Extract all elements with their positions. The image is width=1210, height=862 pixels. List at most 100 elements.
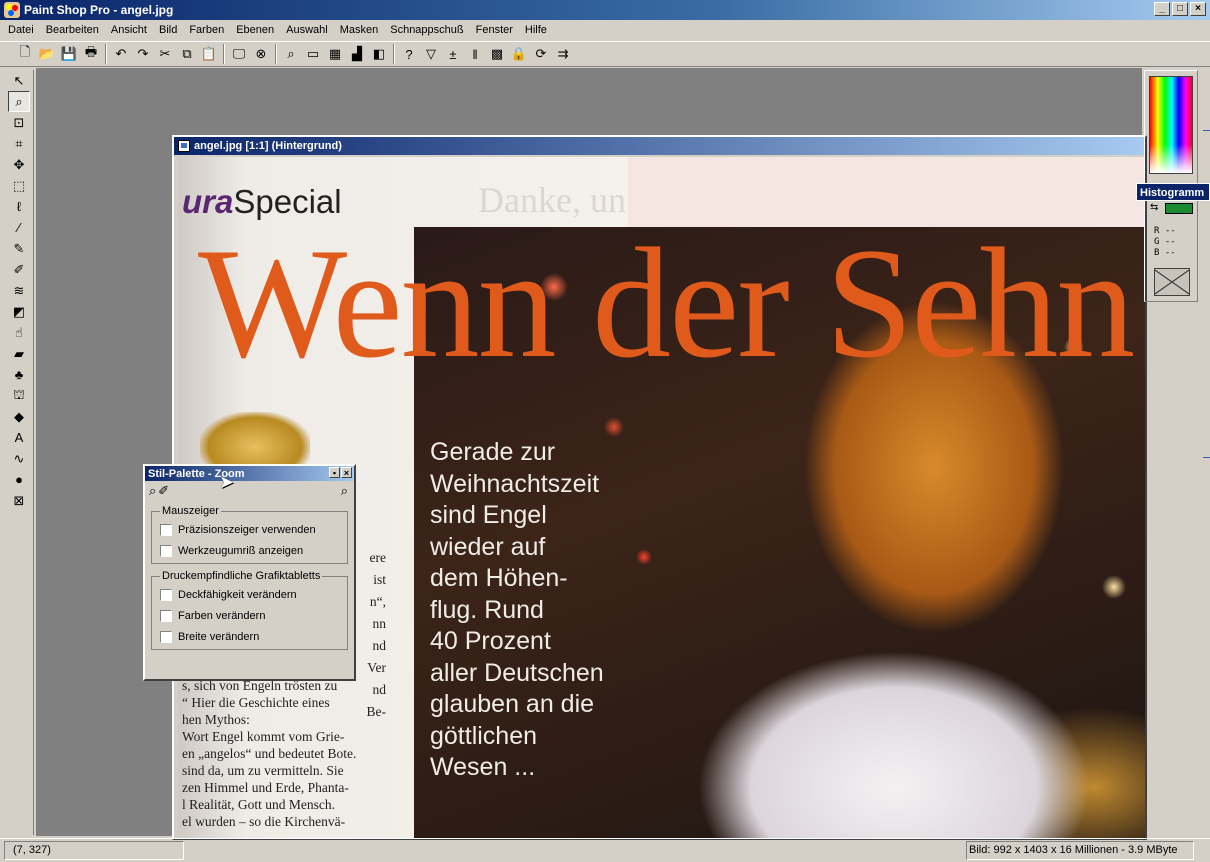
image-window-title-bar[interactable]: angel.jpg [1:1] (Hintergrund) bbox=[174, 137, 1145, 155]
image-info: Bild: 992 x 1403 x 16 Millionen - 3.9 MB… bbox=[966, 841, 1194, 860]
zoom-icon[interactable]: ⌕ bbox=[149, 483, 156, 499]
document-icon bbox=[178, 140, 190, 152]
zoom-tool-icon[interactable]: ⌕ bbox=[8, 91, 30, 112]
color-palette-icon[interactable]: ▦ bbox=[324, 43, 346, 65]
menu-bild[interactable]: Bild bbox=[153, 21, 183, 39]
menu-datei[interactable]: Datei bbox=[2, 21, 40, 39]
selection-tool-icon[interactable]: ⬚ bbox=[8, 175, 30, 196]
layer-palette-icon[interactable]: ◧ bbox=[368, 43, 390, 65]
colors-option[interactable]: Farben verändern bbox=[160, 605, 339, 626]
color-replace-icon[interactable]: ◩ bbox=[8, 301, 30, 322]
precision-cursor-option[interactable]: Präzisionszeiger verwenden bbox=[160, 519, 339, 540]
paint-shop-pro-icon[interactable] bbox=[4, 2, 20, 18]
opacity-checkbox[interactable] bbox=[160, 588, 172, 601]
vector-tool-icon[interactable]: ⊠ bbox=[8, 490, 30, 511]
copy-icon[interactable]: ⧉ bbox=[176, 43, 198, 65]
lock-icon[interactable]: 🔒 bbox=[508, 43, 530, 65]
dropper-tool-icon[interactable]: ⁄ bbox=[8, 217, 30, 238]
no-texture-swatch[interactable] bbox=[1154, 268, 1190, 296]
menu-farben[interactable]: Farben bbox=[183, 21, 230, 39]
precision-cursor-checkbox[interactable] bbox=[160, 523, 172, 536]
new-file-icon[interactable]: 🗋 bbox=[14, 43, 36, 65]
toolbar-palette-icon[interactable]: ▭ bbox=[302, 43, 324, 65]
menu-bearbeiten[interactable]: Bearbeiten bbox=[40, 21, 105, 39]
stil-palette-title-bar[interactable]: Stil-Palette - Zoom ▪ × bbox=[145, 466, 354, 481]
menu-masken[interactable]: Masken bbox=[334, 21, 385, 39]
histogram-icon[interactable]: ▟ bbox=[346, 43, 368, 65]
brightness-icon[interactable]: ± bbox=[442, 43, 464, 65]
paste-icon[interactable]: 📋 bbox=[198, 43, 220, 65]
article-line: l Realität, Gott und Mensch. bbox=[182, 797, 335, 812]
caption-line: Weihnachtszeit bbox=[430, 469, 600, 498]
opacity-option[interactable]: Deckfähigkeit verändern bbox=[160, 584, 339, 605]
tool-options-icon[interactable]: ⌕ bbox=[280, 43, 302, 65]
menu-schnappschuss[interactable]: Schnappschuß bbox=[384, 21, 469, 39]
tool-outline-checkbox[interactable] bbox=[160, 544, 172, 557]
paintbrush-tool-icon[interactable]: ✎ bbox=[8, 238, 30, 259]
menu-ebenen[interactable]: Ebenen bbox=[230, 21, 280, 39]
caption: Gerade zur Weihnachtszeit sind Engel wie… bbox=[430, 437, 650, 784]
close-icon[interactable]: × bbox=[341, 467, 352, 478]
flood-fill-icon[interactable]: ◆ bbox=[8, 406, 30, 427]
clone-brush-icon[interactable]: ✐ bbox=[8, 259, 30, 280]
open-folder-icon[interactable]: 📂 bbox=[36, 43, 58, 65]
rotate-icon[interactable]: ⟳ bbox=[530, 43, 552, 65]
opacity-label: Deckfähigkeit verändern bbox=[178, 588, 297, 601]
resize-icon[interactable]: ⇉ bbox=[552, 43, 574, 65]
width-option[interactable]: Breite verändern bbox=[160, 626, 339, 647]
grayscale-icon[interactable]: ▩ bbox=[486, 43, 508, 65]
caption-line: Wesen ... bbox=[430, 753, 536, 781]
undo-icon[interactable]: ↶ bbox=[110, 43, 132, 65]
edge-marker bbox=[1203, 130, 1210, 131]
maximize-button[interactable]: □ bbox=[1172, 2, 1188, 16]
caption-line: glauben an die bbox=[430, 690, 595, 718]
tablet-legend: Druckempfindliche Grafiktabletts bbox=[162, 570, 321, 582]
cut-icon[interactable]: ✂ bbox=[154, 43, 176, 65]
stop-icon[interactable]: ⊗ bbox=[250, 43, 272, 65]
menu-hilfe[interactable]: Hilfe bbox=[519, 21, 553, 39]
menu-auswahl[interactable]: Auswahl bbox=[280, 21, 334, 39]
filter-icon[interactable]: ▽ bbox=[420, 43, 442, 65]
shape-tool-icon[interactable]: ● bbox=[8, 469, 30, 490]
move-tool-icon[interactable]: ✥ bbox=[8, 154, 30, 175]
eraser-tool-icon[interactable]: ▰ bbox=[8, 343, 30, 364]
tool-outline-option[interactable]: Werkzeugumriß anzeigen bbox=[160, 540, 339, 561]
close-button[interactable]: × bbox=[1190, 2, 1206, 16]
stil-palette-window[interactable]: Stil-Palette - Zoom ▪ × ⌕ ✐ ⌕ Mauszeiger… bbox=[143, 464, 356, 681]
color-spectrum[interactable] bbox=[1149, 76, 1193, 174]
tablet-group: Druckempfindliche Grafiktabletts Deckfäh… bbox=[151, 570, 348, 650]
color-swatch[interactable] bbox=[1165, 203, 1193, 214]
color-replacer-icon[interactable]: ≋ bbox=[8, 280, 30, 301]
brush-icon[interactable]: ✐ bbox=[158, 483, 169, 499]
menu-fenster[interactable]: Fenster bbox=[470, 21, 519, 39]
image-window-title: angel.jpg [1:1] (Hintergrund) bbox=[194, 140, 342, 152]
text-tool-icon[interactable]: A bbox=[8, 427, 30, 448]
pin-icon[interactable]: ▪ bbox=[329, 467, 340, 478]
picture-tube-icon[interactable]: ♣ bbox=[8, 364, 30, 385]
retouch-tool-icon[interactable]: ☝ bbox=[8, 322, 30, 343]
swap-colors-icon[interactable]: ⇆ bbox=[1150, 202, 1158, 213]
mouse-cursor-icon: ➤ bbox=[219, 472, 235, 492]
airbrush-icon[interactable]: ⛫ bbox=[8, 385, 30, 406]
browse-icon[interactable]: 🖵 bbox=[228, 43, 250, 65]
caption-line: flug. Rund bbox=[430, 595, 544, 624]
minimize-button[interactable]: _ bbox=[1154, 2, 1170, 16]
menu-ansicht[interactable]: Ansicht bbox=[105, 21, 153, 39]
colors-checkbox[interactable] bbox=[160, 609, 172, 622]
draw-tool-icon[interactable]: ∿ bbox=[8, 448, 30, 469]
lasso-tool-icon[interactable]: ℓ bbox=[8, 196, 30, 217]
contrast-icon[interactable]: ‖ bbox=[464, 43, 486, 65]
article-line: zen Himmel und Erde, Phanta- bbox=[182, 780, 349, 795]
arrow-tool-icon[interactable]: ↖ bbox=[8, 70, 30, 91]
deformation-tool-icon[interactable]: ⊡ bbox=[8, 112, 30, 133]
crop-tool-icon[interactable]: ⌗ bbox=[8, 133, 30, 154]
redo-icon[interactable]: ↷ bbox=[132, 43, 154, 65]
tool-palette: ↖ ⌕ ⊡ ⌗ ✥ ⬚ ℓ ⁄ ✎ ✐ ≋ ◩ ☝ ▰ ♣ ⛫ ◆ A ∿ ● … bbox=[6, 70, 34, 835]
article-line: sind da, um zu vermitteln. Sie bbox=[182, 763, 344, 778]
context-help-icon[interactable]: ? bbox=[398, 43, 420, 65]
width-checkbox[interactable] bbox=[160, 630, 172, 643]
save-icon[interactable]: 💾 bbox=[58, 43, 80, 65]
tool-options-icon[interactable]: ⌕ bbox=[341, 483, 348, 499]
print-icon[interactable]: 🖶 bbox=[80, 43, 102, 65]
app-title-bar[interactable]: Paint Shop Pro - angel.jpg _ □ × bbox=[0, 0, 1210, 20]
